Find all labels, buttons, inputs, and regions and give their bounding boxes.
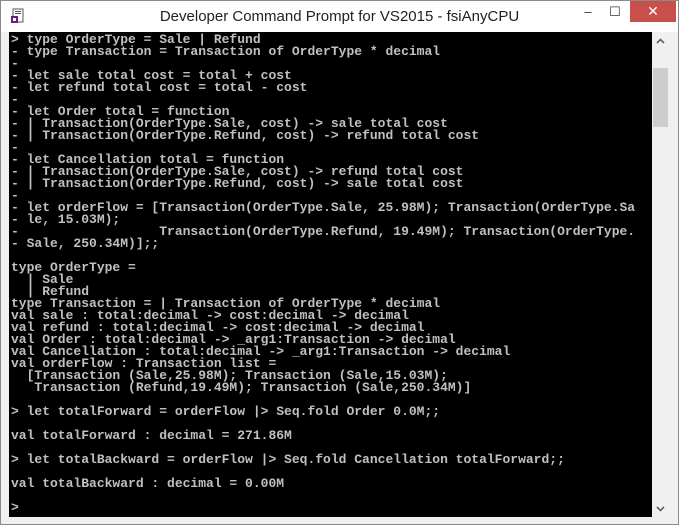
console-line: > — [11, 500, 19, 515]
console-lines: > type OrderType = Sale | Refund - type T… — [11, 33, 635, 515]
console-line: val totalForward : decimal = 271.86M — [11, 428, 292, 443]
close-button[interactable]: ✕ — [630, 1, 676, 22]
console-line: - | Transaction(OrderType.Refund, cost) … — [11, 128, 480, 143]
console-line: > let totalBackward = orderFlow |> Seq.f… — [11, 452, 565, 467]
console-line: type OrderType = — [11, 260, 136, 275]
minimize-button[interactable]: – — [575, 1, 601, 22]
chevron-up-icon — [656, 37, 665, 44]
maximize-button[interactable]: ☐ — [602, 1, 628, 22]
scroll-up-button[interactable] — [652, 32, 669, 49]
console-line: > let totalForward = orderFlow |> Seq.fo… — [11, 404, 441, 419]
title-bar[interactable]: Developer Command Prompt for VS2015 - fs… — [1, 1, 678, 32]
console-window: Developer Command Prompt for VS2015 - fs… — [0, 0, 679, 525]
scrollbar-thumb[interactable] — [653, 68, 668, 127]
console-line: | Sale — [11, 272, 74, 287]
console-line: - let refund total cost = total - cost — [11, 80, 308, 95]
console-line: - Sale, 250.34M)];; — [11, 236, 160, 251]
scroll-down-button[interactable] — [652, 500, 669, 517]
console-line: - type Transaction = Transaction of Orde… — [11, 44, 441, 59]
console-line: - | Transaction(OrderType.Refund, cost) … — [11, 176, 464, 191]
vertical-scrollbar[interactable] — [652, 32, 669, 517]
console-line: val totalBackward : decimal = 0.00M — [11, 476, 285, 491]
console-output[interactable]: > type OrderType = Sale | Refund - type T… — [9, 32, 652, 517]
chevron-down-icon — [656, 505, 665, 512]
console-line: Transaction (Refund,19.49M); Transaction… — [11, 380, 472, 395]
